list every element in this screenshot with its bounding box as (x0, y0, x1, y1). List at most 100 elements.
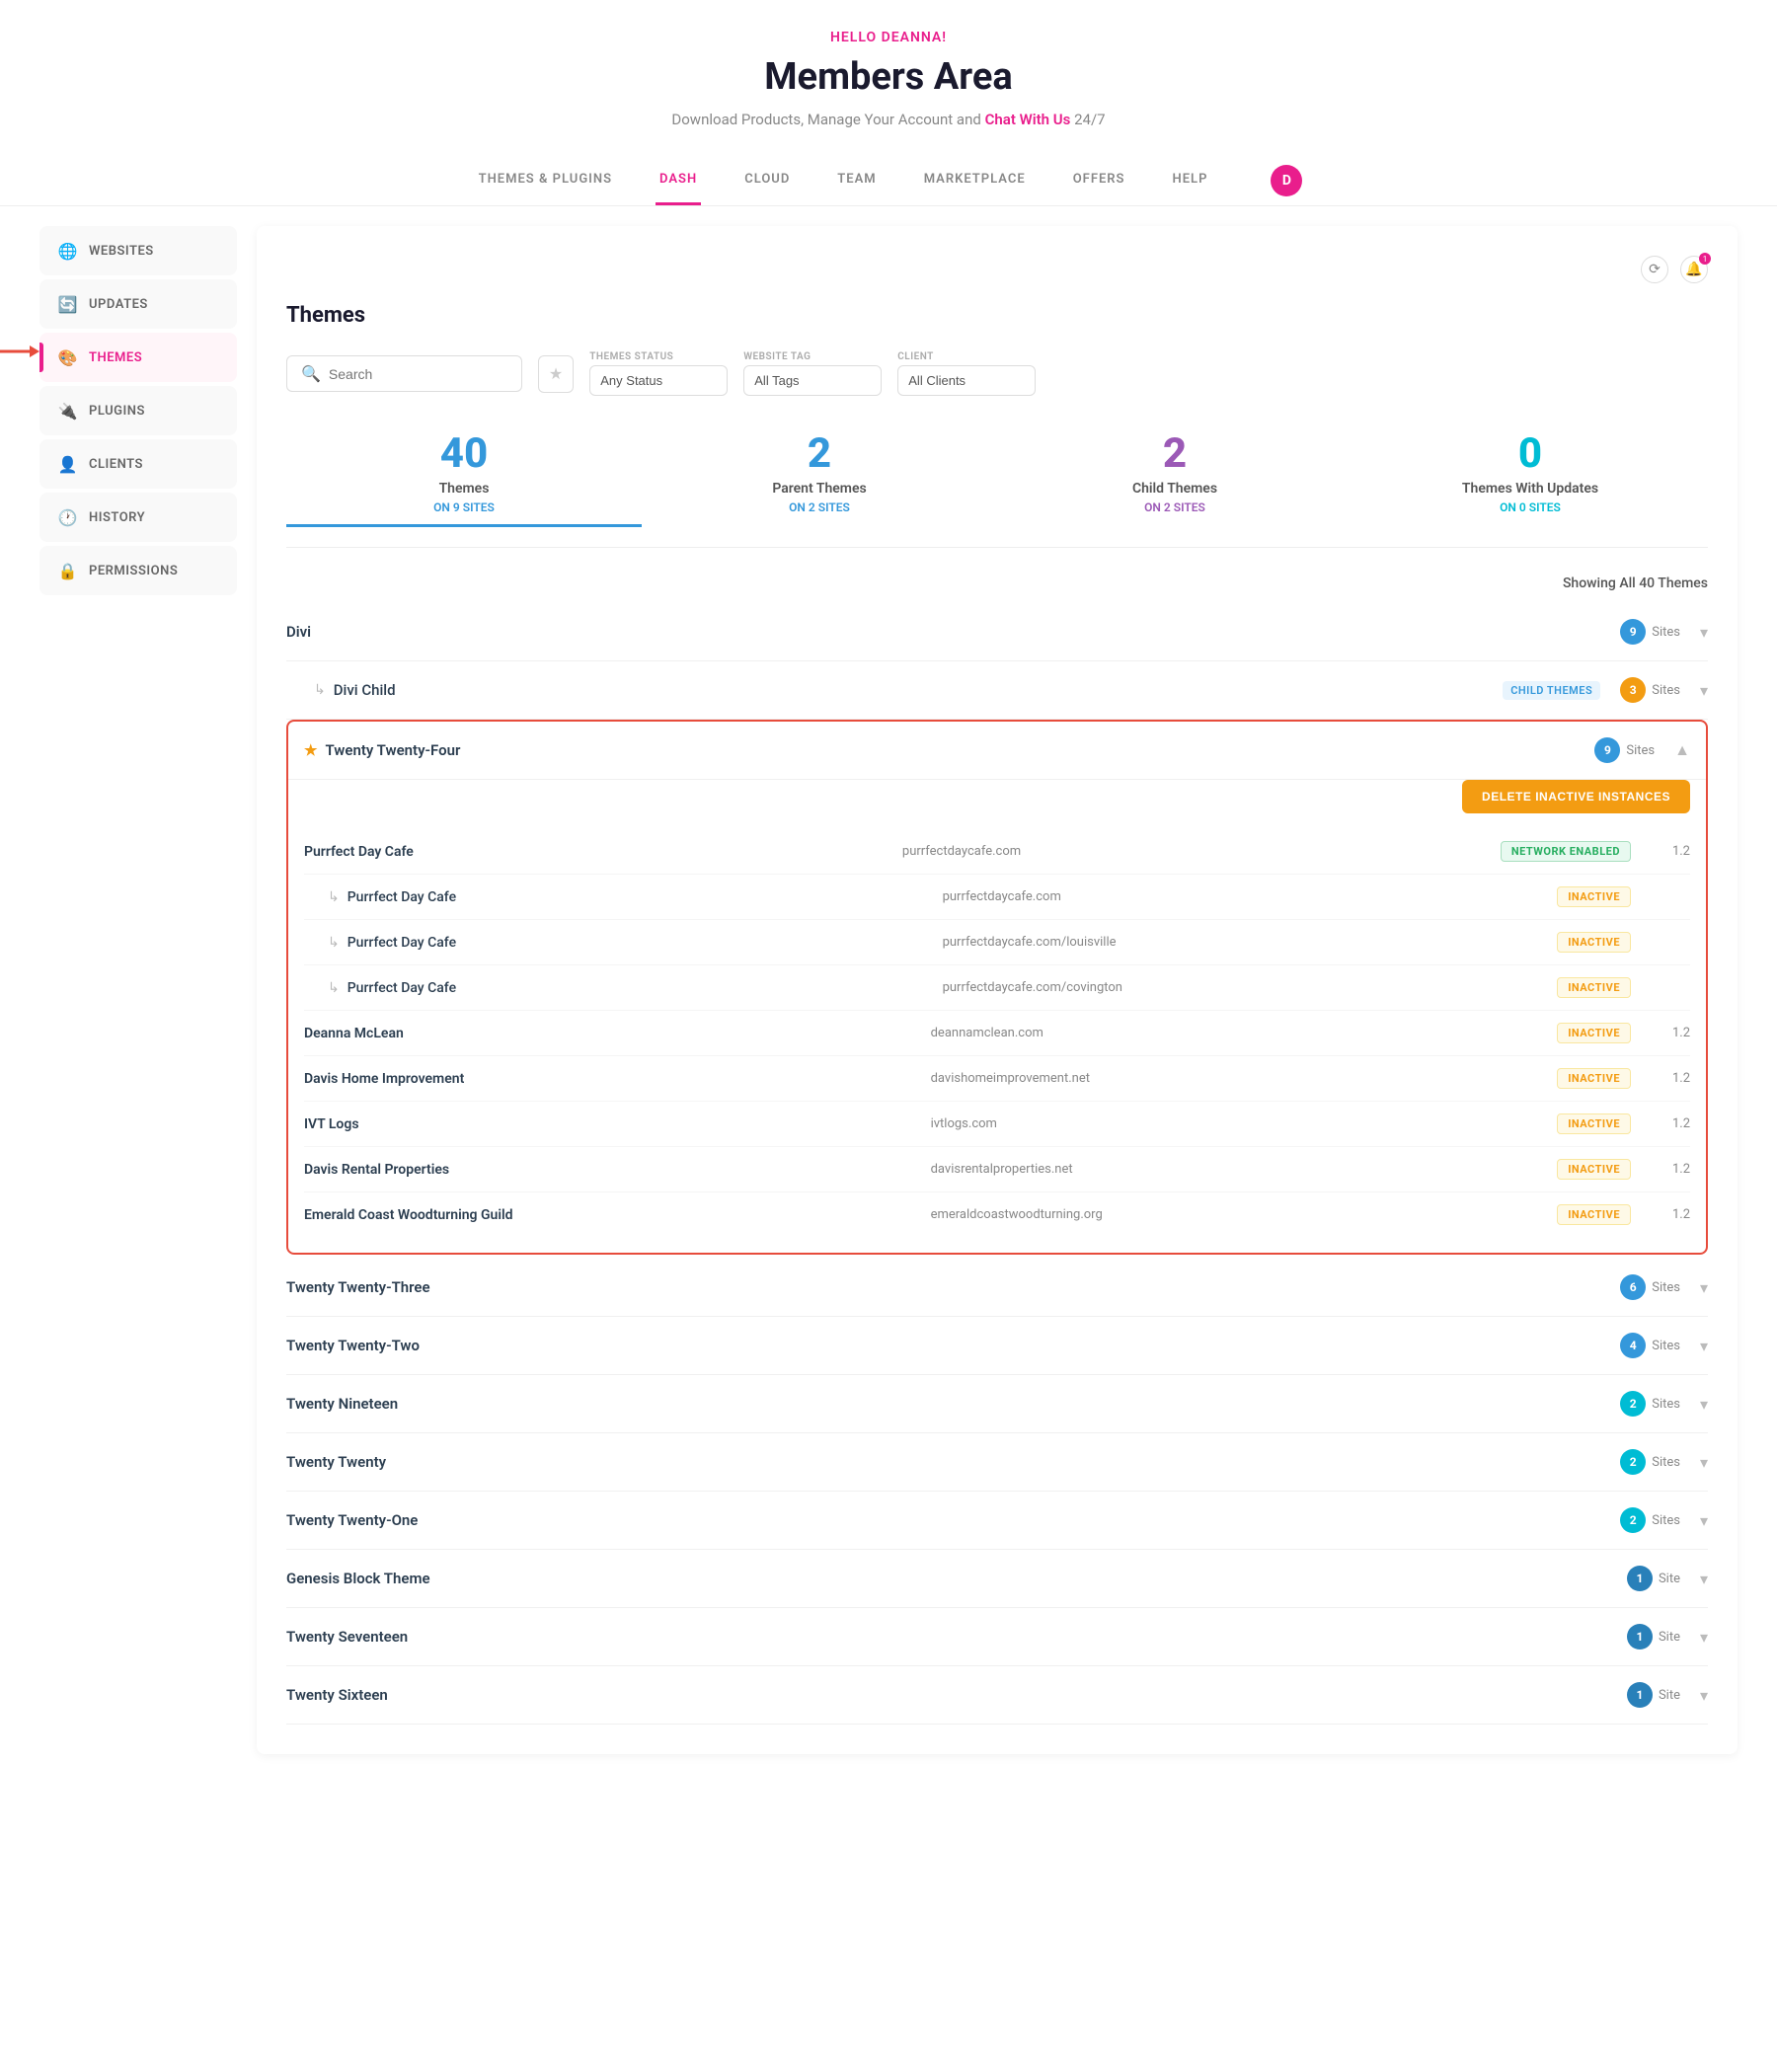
theme-name-3: Twenty Twenty-Three (286, 1278, 1620, 1296)
chat-link[interactable]: Chat With Us (985, 111, 1071, 128)
instance-row-0[interactable]: Purrfect Day Cafe purrfectdaycafe.com NE… (304, 829, 1690, 875)
status-badge-2: INACTIVE (1557, 932, 1631, 953)
nav-item-offers[interactable]: OFFERS (1069, 156, 1129, 205)
stat-number-3: 0 (1352, 433, 1708, 475)
sidebar-item-websites[interactable]: 🌐WEBSITES (39, 226, 237, 275)
sidebar-label-history: HISTORY (89, 510, 145, 525)
theme-row-7[interactable]: Twenty Twenty-One 2 Sites ▾ (286, 1492, 1708, 1550)
nav-item-marketplace[interactable]: MARKETPLACE (920, 156, 1030, 205)
theme-name-10: Twenty Sixteen (286, 1686, 1627, 1704)
permissions-icon: 🔒 (59, 562, 77, 579)
theme-row-0[interactable]: Divi 9 Sites ▾ (286, 603, 1708, 661)
stat-item-2[interactable]: 2 Child Themes ON 2 SITES (997, 423, 1352, 527)
sidebar-item-clients[interactable]: 👤CLIENTS (39, 439, 237, 489)
star-filter-button[interactable]: ★ (538, 355, 574, 393)
status-filter[interactable]: Any Status (589, 365, 728, 396)
sidebar-label-websites: WEBSITES (89, 244, 154, 259)
site-badge-0: 9 Sites (1620, 619, 1680, 645)
status-badge-6: INACTIVE (1557, 1113, 1631, 1134)
instance-name-8: Emerald Coast Woodturning Guild (304, 1207, 931, 1223)
nav-item-themes---plugins[interactable]: THEMES & PLUGINS (475, 156, 616, 205)
nav-item-help[interactable]: HELP (1169, 156, 1212, 205)
chevron-down-icon-4[interactable]: ▾ (1700, 1337, 1708, 1355)
site-badge-7: 2 Sites (1620, 1507, 1680, 1533)
stat-sublabel-3: ON 0 SITES (1352, 500, 1708, 514)
theme-name-4: Twenty Twenty-Two (286, 1337, 1620, 1354)
sidebar-item-plugins[interactable]: 🔌PLUGINS (39, 386, 237, 435)
chevron-down-icon-9[interactable]: ▾ (1700, 1628, 1708, 1647)
chevron-down-icon-1[interactable]: ▾ (1700, 681, 1708, 700)
stat-sublabel-1: ON 2 SITES (642, 500, 997, 514)
stats-row: 40 Themes ON 9 SITES 2 Parent Themes ON … (286, 423, 1708, 548)
sidebar-item-history[interactable]: 🕐 HISTORY (39, 493, 237, 542)
theme-row-2[interactable]: ★Twenty Twenty-Four 9 Sites ▲ (288, 722, 1706, 780)
theme-expanded-2: ★Twenty Twenty-Four 9 Sites ▲ DELETE INA… (286, 720, 1708, 1255)
theme-row-10[interactable]: Twenty Sixteen 1 Site ▾ (286, 1666, 1708, 1725)
instance-row-2[interactable]: ↳Purrfect Day Cafe purrfectdaycafe.com/l… (304, 920, 1690, 965)
chevron-down-icon-6[interactable]: ▾ (1700, 1453, 1708, 1472)
status-badge-3: INACTIVE (1557, 977, 1631, 998)
status-badge-1: INACTIVE (1557, 886, 1631, 907)
theme-row-8[interactable]: Genesis Block Theme 1 Site ▾ (286, 1550, 1708, 1608)
theme-row-3[interactable]: Twenty Twenty-Three 6 Sites ▾ (286, 1259, 1708, 1317)
stat-sublabel-0: ON 9 SITES (286, 500, 642, 514)
stat-sublabel-2: ON 2 SITES (997, 500, 1352, 514)
stat-item-0[interactable]: 40 Themes ON 9 SITES (286, 423, 642, 527)
delete-inactive-button[interactable]: DELETE INACTIVE INSTANCES (1462, 780, 1690, 813)
instance-row-4[interactable]: Deanna McLean deannamclean.com INACTIVE … (304, 1011, 1690, 1056)
chevron-down-icon-8[interactable]: ▾ (1700, 1570, 1708, 1588)
tag-filter-label: WEBSITE TAG (743, 351, 882, 362)
client-filter[interactable]: All Clients (897, 365, 1036, 396)
instance-version-7: 1.2 (1651, 1162, 1690, 1177)
stat-item-3[interactable]: 0 Themes With Updates ON 0 SITES (1352, 423, 1708, 527)
sites-text-0: Sites (1652, 625, 1680, 640)
nav-item-dash[interactable]: DASH (656, 156, 701, 205)
chevron-down-icon-0[interactable]: ▾ (1700, 623, 1708, 642)
refresh-icon[interactable]: ⟳ (1641, 256, 1668, 283)
status-badge-0: NETWORK ENABLED (1501, 841, 1631, 862)
instance-url-1: purrfectdaycafe.com (943, 889, 1558, 904)
stat-number-0: 40 (286, 433, 642, 475)
theme-row-9[interactable]: Twenty Seventeen 1 Site ▾ (286, 1608, 1708, 1666)
stat-item-1[interactable]: 2 Parent Themes ON 2 SITES (642, 423, 997, 527)
history-icon: 🕐 (59, 508, 77, 526)
instance-version-8: 1.2 (1651, 1207, 1690, 1222)
instance-url-3: purrfectdaycafe.com/covington (943, 980, 1558, 995)
chevron-up-icon-2[interactable]: ▲ (1674, 740, 1690, 760)
site-count-3: 6 (1620, 1274, 1646, 1300)
theme-row-5[interactable]: Twenty Nineteen 2 Sites ▾ (286, 1375, 1708, 1433)
user-avatar[interactable]: D (1271, 165, 1302, 196)
tag-filter[interactable]: All Tags (743, 365, 882, 396)
instance-row-7[interactable]: Davis Rental Properties davisrentalprope… (304, 1147, 1690, 1192)
chevron-down-icon-3[interactable]: ▾ (1700, 1278, 1708, 1297)
theme-row-1[interactable]: ↳Divi Child CHILD THEMES 3 Sites ▾ (286, 661, 1708, 720)
star-icon-2[interactable]: ★ (304, 741, 317, 759)
chevron-down-icon-10[interactable]: ▾ (1700, 1686, 1708, 1705)
search-input[interactable] (329, 366, 507, 382)
instance-url-5: davishomeimprovement.net (931, 1071, 1558, 1086)
instance-row-5[interactable]: Davis Home Improvement davishomeimprovem… (304, 1056, 1690, 1102)
stat-label-1: Parent Themes (642, 481, 997, 497)
sidebar-item-updates[interactable]: 🔄UPDATES (39, 279, 237, 329)
instance-row-6[interactable]: IVT Logs ivtlogs.com INACTIVE 1.2 (304, 1102, 1690, 1147)
theme-row-6[interactable]: Twenty Twenty 2 Sites ▾ (286, 1433, 1708, 1492)
sidebar-item-themes[interactable]: 🎨THEMES (39, 333, 237, 382)
plugins-icon: 🔌 (59, 402, 77, 420)
site-badge-2: 9 Sites (1594, 737, 1655, 763)
nav-item-team[interactable]: TEAM (833, 156, 880, 205)
instance-url-0: purrfectdaycafe.com (902, 844, 1501, 859)
sites-text-2: Sites (1626, 743, 1655, 758)
search-box[interactable]: 🔍 (286, 355, 522, 392)
sidebar-item-permissions[interactable]: 🔒PERMISSIONS (39, 546, 237, 595)
page-title: Members Area (20, 55, 1757, 99)
nav-item-cloud[interactable]: CLOUD (740, 156, 794, 205)
instance-name-2: ↳Purrfect Day Cafe (304, 935, 943, 951)
instance-row-3[interactable]: ↳Purrfect Day Cafe purrfectdaycafe.com/c… (304, 965, 1690, 1011)
site-count-1: 3 (1620, 677, 1646, 703)
chevron-down-icon-5[interactable]: ▾ (1700, 1395, 1708, 1414)
theme-row-4[interactable]: Twenty Twenty-Two 4 Sites ▾ (286, 1317, 1708, 1375)
instance-row-8[interactable]: Emerald Coast Woodturning Guild emeraldc… (304, 1192, 1690, 1237)
chevron-down-icon-7[interactable]: ▾ (1700, 1511, 1708, 1530)
instance-row-1[interactable]: ↳Purrfect Day Cafe purrfectdaycafe.com I… (304, 875, 1690, 920)
bell-icon[interactable]: 🔔 1 (1680, 256, 1708, 283)
